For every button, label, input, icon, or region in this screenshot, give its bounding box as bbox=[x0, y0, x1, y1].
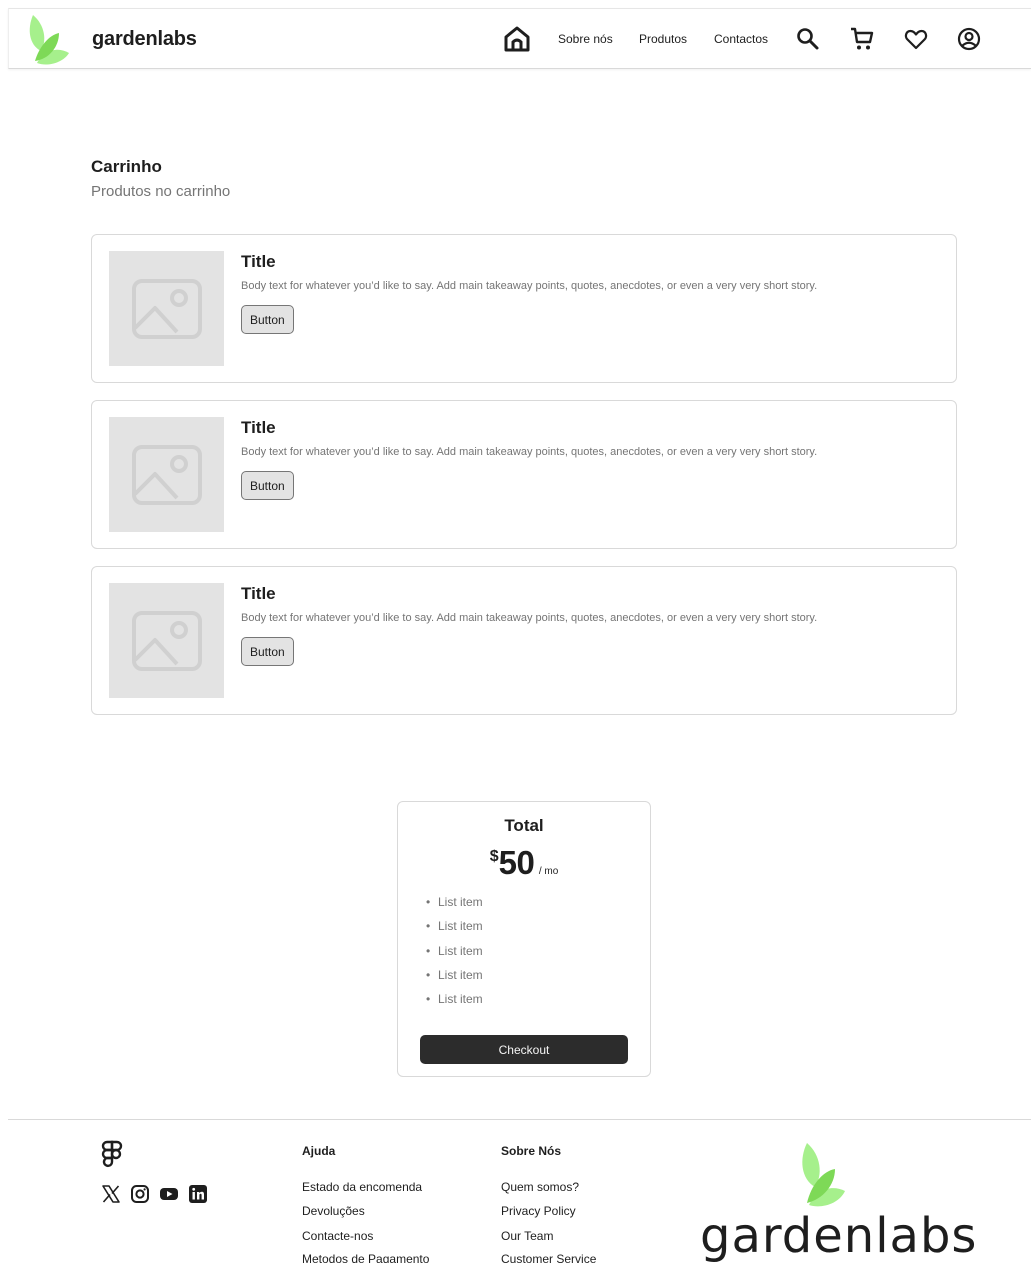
footer-link-privacy-policy[interactable]: Privacy Policy bbox=[501, 1204, 576, 1218]
total-card: Total $50 / mo List item List item List … bbox=[397, 801, 651, 1077]
nav-link-contacts[interactable]: Contactos bbox=[714, 32, 768, 46]
footer-brand-name: gardenlabs bbox=[700, 1208, 978, 1263]
footer-link-customer-service[interactable]: Customer Service bbox=[501, 1252, 596, 1263]
cart-subtitle: Produtos no carrinho bbox=[91, 183, 231, 200]
search-icon[interactable] bbox=[795, 26, 821, 52]
product-description: Body text for whatever you’d like to say… bbox=[241, 280, 818, 292]
image-placeholder-icon bbox=[131, 610, 202, 671]
x-twitter-icon[interactable] bbox=[101, 1184, 121, 1204]
site-header: gardenlabs Sobre nós Produtos Contactos bbox=[8, 8, 1031, 69]
product-action-button[interactable]: Button bbox=[241, 637, 294, 666]
cart-item-card: Title Body text for whatever you’d like … bbox=[91, 566, 957, 715]
footer-link-returns[interactable]: Devoluções bbox=[302, 1204, 365, 1218]
youtube-icon[interactable] bbox=[159, 1184, 179, 1204]
list-item: List item bbox=[426, 943, 483, 967]
footer-link-our-team[interactable]: Our Team bbox=[501, 1229, 553, 1243]
footer-link-contact-us[interactable]: Contacte-nos bbox=[302, 1229, 373, 1243]
cart-title: Carrinho bbox=[91, 157, 162, 176]
footer-divider bbox=[8, 1119, 1031, 1120]
instagram-icon[interactable] bbox=[130, 1184, 150, 1204]
product-title: Title bbox=[241, 584, 276, 603]
product-image-placeholder bbox=[109, 251, 224, 366]
product-title: Title bbox=[241, 418, 276, 437]
image-placeholder-icon bbox=[131, 444, 202, 505]
footer-link-order-status[interactable]: Estado da encomenda bbox=[302, 1180, 422, 1194]
total-feature-list: List item List item List item List item … bbox=[426, 894, 483, 1015]
image-placeholder-icon bbox=[131, 278, 202, 339]
product-action-button[interactable]: Button bbox=[241, 471, 294, 500]
heart-icon[interactable] bbox=[903, 26, 929, 52]
nav-link-products[interactable]: Produtos bbox=[639, 32, 687, 46]
total-title: Total bbox=[504, 816, 544, 835]
leaf-logo-icon[interactable] bbox=[25, 11, 73, 67]
list-item: List item bbox=[426, 991, 483, 1015]
list-item: List item bbox=[426, 894, 483, 918]
product-title: Title bbox=[241, 252, 276, 271]
product-description: Body text for whatever you’d like to say… bbox=[241, 612, 818, 624]
price-currency: $ bbox=[489, 848, 499, 865]
footer-about-title: Sobre Nós bbox=[501, 1144, 562, 1158]
footer-help-title: Ajuda bbox=[302, 1144, 336, 1158]
figma-logo-icon bbox=[101, 1140, 123, 1168]
footer-link-payment-methods[interactable]: Metodos de Pagamento bbox=[302, 1252, 429, 1263]
total-price: $50 / mo bbox=[398, 844, 650, 882]
cart-icon[interactable] bbox=[849, 26, 875, 52]
product-action-button[interactable]: Button bbox=[241, 305, 294, 334]
product-image-placeholder bbox=[109, 417, 224, 532]
cart-item-card: Title Body text for whatever you’d like … bbox=[91, 400, 957, 549]
cart-item-card: Title Body text for whatever you’d like … bbox=[91, 234, 957, 383]
list-item: List item bbox=[426, 967, 483, 991]
product-image-placeholder bbox=[109, 583, 224, 698]
brand-name[interactable]: gardenlabs bbox=[92, 28, 197, 51]
linkedin-icon[interactable] bbox=[188, 1184, 208, 1204]
list-item: List item bbox=[426, 918, 483, 942]
checkout-button[interactable]: Checkout bbox=[420, 1035, 628, 1064]
nav-link-about[interactable]: Sobre nós bbox=[558, 32, 613, 46]
home-icon[interactable] bbox=[503, 25, 531, 53]
price-period: / mo bbox=[538, 866, 559, 877]
product-description: Body text for whatever you’d like to say… bbox=[241, 446, 818, 458]
footer-leaf-logo-icon bbox=[802, 1143, 845, 1207]
price-amount: 50 bbox=[498, 844, 535, 881]
footer-link-who-we-are[interactable]: Quem somos? bbox=[501, 1180, 579, 1194]
user-account-icon[interactable] bbox=[956, 26, 982, 52]
